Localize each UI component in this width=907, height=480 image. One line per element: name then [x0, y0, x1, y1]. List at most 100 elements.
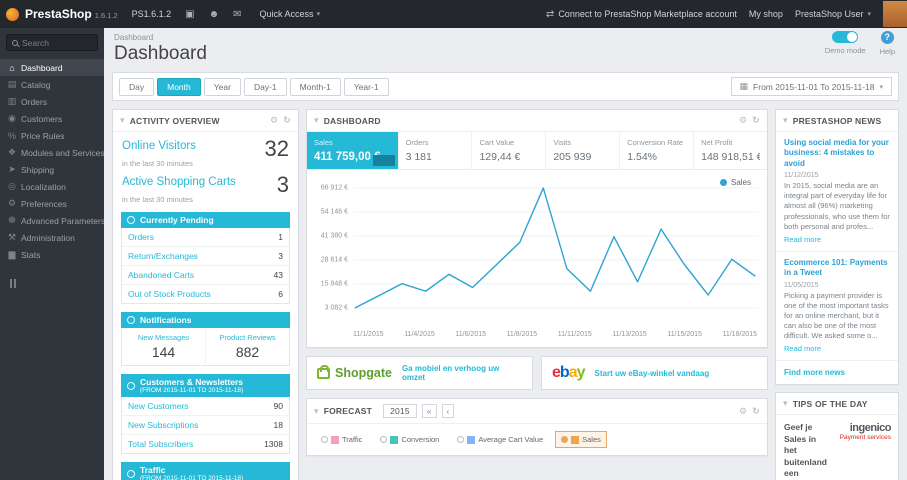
orders-icon[interactable]: ▣	[185, 9, 194, 20]
prestashop-logo[interactable]: PrestaShop 1.6.1.2	[25, 7, 118, 21]
chevron-down-icon[interactable]: ▾	[314, 406, 319, 417]
sidebar-search	[6, 34, 98, 51]
sidebar-menu: ⌂ Dashboard ▤ Catalog ▥ Orders ◉ Customers %…	[0, 59, 104, 263]
marketplace-link[interactable]: ⇄ Connect to PrestaShop Marketplace acco…	[546, 9, 737, 20]
kpi-visits[interactable]: Visits 205 939	[546, 132, 621, 169]
customers-icon[interactable]: ☻	[209, 9, 220, 20]
filter-year-1-button[interactable]: Year-1	[343, 77, 389, 96]
chevron-down-icon[interactable]: ▾	[120, 115, 125, 126]
chart-icon	[127, 469, 135, 478]
forecast-prev-fast-button[interactable]: «	[421, 404, 437, 418]
sidebar-item-shipping[interactable]: ➤ Shipping	[0, 161, 104, 178]
user-avatar[interactable]	[883, 1, 907, 27]
notifications-header[interactable]: Notifications	[121, 312, 290, 328]
sidebar-item-modules[interactable]: ❖ Modules and Services	[0, 144, 104, 161]
new-messages-stat[interactable]: New Messages 144	[122, 328, 205, 365]
kpi-net-profit[interactable]: Net Profit 148 918,51 €	[694, 132, 767, 169]
help-icon[interactable]: ?	[880, 31, 894, 44]
sidebar-item-localization[interactable]: ◎ Localization	[0, 178, 104, 195]
new-customers-row[interactable]: New Customers 90	[122, 397, 289, 416]
product-reviews-stat[interactable]: Product Reviews 882	[205, 328, 289, 365]
read-more-link[interactable]: Read more	[784, 235, 821, 244]
ebay-promo[interactable]: ebay Start uw eBay-winkel vandaag	[541, 356, 768, 390]
messages-icon[interactable]: ✉	[233, 9, 241, 20]
sidebar-item-preferences[interactable]: ⚙ Preferences	[0, 195, 104, 212]
filter-day-1-button[interactable]: Day-1	[243, 77, 287, 96]
chevron-down-icon[interactable]: ▾	[314, 115, 319, 126]
quick-access-menu[interactable]: Quick Access ▾	[260, 9, 321, 19]
pending-row-returns[interactable]: Return/Exchanges 3	[122, 247, 289, 266]
ebay-link[interactable]: Start uw eBay-winkel vandaag	[595, 369, 710, 378]
sidebar-item-orders[interactable]: ▥ Orders	[0, 93, 104, 110]
pending-row-orders[interactable]: Orders 1	[122, 228, 289, 247]
shopgate-link[interactable]: Ga mobiel en verhoog uw omzet	[402, 364, 522, 382]
news-article-title[interactable]: Ecommerce 101: Payments in a Tweet	[784, 258, 890, 279]
metric-sales[interactable]: Sales	[555, 431, 607, 448]
shopgate-promo[interactable]: Shopgate Ga mobiel en verhoog uw omzet	[306, 356, 533, 390]
refresh-icon[interactable]: ↻	[283, 115, 291, 126]
sidebar-item-catalog[interactable]: ▤ Catalog	[0, 76, 104, 93]
new-subscriptions-row[interactable]: New Subscriptions 18	[122, 416, 289, 435]
breadcrumb[interactable]: Dashboard	[114, 33, 897, 42]
chevron-down-icon[interactable]: ▾	[783, 398, 788, 409]
row-value: 1308	[264, 439, 283, 449]
filter-month-button[interactable]: Month	[157, 77, 201, 96]
refresh-icon[interactable]: ↻	[752, 406, 760, 417]
kpi-sales[interactable]: Sales 411 759,00 €	[307, 132, 399, 169]
gear-icon[interactable]: ⚙	[270, 115, 278, 126]
find-more-news-link[interactable]: Find more news	[776, 361, 898, 384]
sidebar-collapse-button[interactable]	[10, 279, 104, 291]
online-visitors-note: in the last 30 minutes	[122, 159, 193, 168]
average-cart-value-swatch-icon	[467, 435, 476, 444]
forecast-prev-button[interactable]: ‹	[441, 404, 455, 418]
demo-mode-toggle[interactable]	[832, 31, 859, 43]
filter-day-button[interactable]: Day	[119, 77, 155, 96]
sidebar-item-customers[interactable]: ◉ Customers	[0, 110, 104, 127]
pending-row-out-of-stock[interactable]: Out of Stock Products 6	[122, 285, 289, 303]
kpi-value: 129,44 €	[479, 151, 521, 163]
search-input[interactable]	[22, 37, 92, 48]
kpi-orders[interactable]: Orders 3 181	[399, 132, 473, 169]
chevron-down-icon: ▾	[316, 11, 321, 18]
chevron-down-icon[interactable]: ▾	[783, 115, 788, 126]
news-article-title[interactable]: Using social media for your business: 4 …	[784, 138, 890, 169]
refresh-icon[interactable]: ↻	[752, 115, 760, 126]
chart-legend[interactable]: Sales	[719, 178, 751, 187]
forecast-year-select[interactable]: 2015	[383, 404, 417, 418]
user-menu[interactable]: PrestaShop User ▾	[795, 9, 871, 19]
sidebar-item-dashboard[interactable]: ⌂ Dashboard	[0, 59, 104, 76]
kpi-label: Orders	[405, 138, 429, 147]
sidebar-item-advanced-parameters[interactable]: ☸ Advanced Parameters	[0, 212, 104, 229]
metric-average-cart-value[interactable]: Average Cart Value	[451, 431, 549, 448]
customers-newsletters-header[interactable]: Customers & Newsletters (FROM 2015-11-01…	[121, 374, 290, 397]
metric-label: Traffic	[342, 435, 363, 444]
conversion-swatch-icon	[390, 435, 399, 444]
read-more-link[interactable]: Read more	[784, 344, 821, 353]
administration-icon: ⚒	[7, 232, 17, 242]
shopgate-name: Shopgate	[335, 366, 392, 380]
filter-month-1-button[interactable]: Month-1	[289, 77, 341, 96]
row-value: 1	[278, 232, 283, 242]
gear-icon[interactable]: ⚙	[739, 406, 747, 417]
kpi-conversion-rate[interactable]: Conversion Rate 1.54%	[620, 132, 695, 169]
filter-year-button[interactable]: Year	[203, 77, 241, 96]
shop-name[interactable]: PS1.6.1.2	[132, 9, 172, 19]
pending-row-abandoned-carts[interactable]: Abandoned Carts 43	[122, 266, 289, 285]
sidebar-item-stats[interactable]: ▆ Stats	[0, 246, 104, 263]
metric-traffic[interactable]: Traffic	[315, 431, 368, 448]
traffic-header[interactable]: Traffic (FROM 2015-11-01 TO 2015-11-18)	[121, 462, 290, 480]
metric-conversion[interactable]: Conversion	[374, 431, 445, 448]
kpi-label: Net Profit	[701, 138, 733, 147]
total-subscribers-row[interactable]: Total Subscribers 1308	[122, 435, 289, 453]
date-range-picker[interactable]: ▦ From 2015-11-01 To 2015-11-18 ▾	[730, 77, 892, 96]
sidebar-item-administration[interactable]: ⚒ Administration	[0, 229, 104, 246]
dashboard-panel: ▾ DASHBOARD ⚙ ↻ Sales 411 759,00 € Order…	[306, 109, 768, 348]
my-shop-link[interactable]: My shop	[749, 9, 783, 19]
gear-icon[interactable]: ⚙	[739, 115, 747, 126]
active-carts-label[interactable]: Active Shopping Carts	[122, 176, 236, 189]
sidebar-item-price-rules[interactable]: % Price Rules	[0, 127, 104, 144]
kpi-cart-value[interactable]: Cart Value 129,44 €	[472, 132, 547, 169]
sidebar-item-label: Advanced Parameters	[21, 215, 104, 226]
online-visitors-label[interactable]: Online Visitors	[122, 140, 196, 153]
currently-pending-header[interactable]: Currently Pending	[121, 212, 290, 228]
